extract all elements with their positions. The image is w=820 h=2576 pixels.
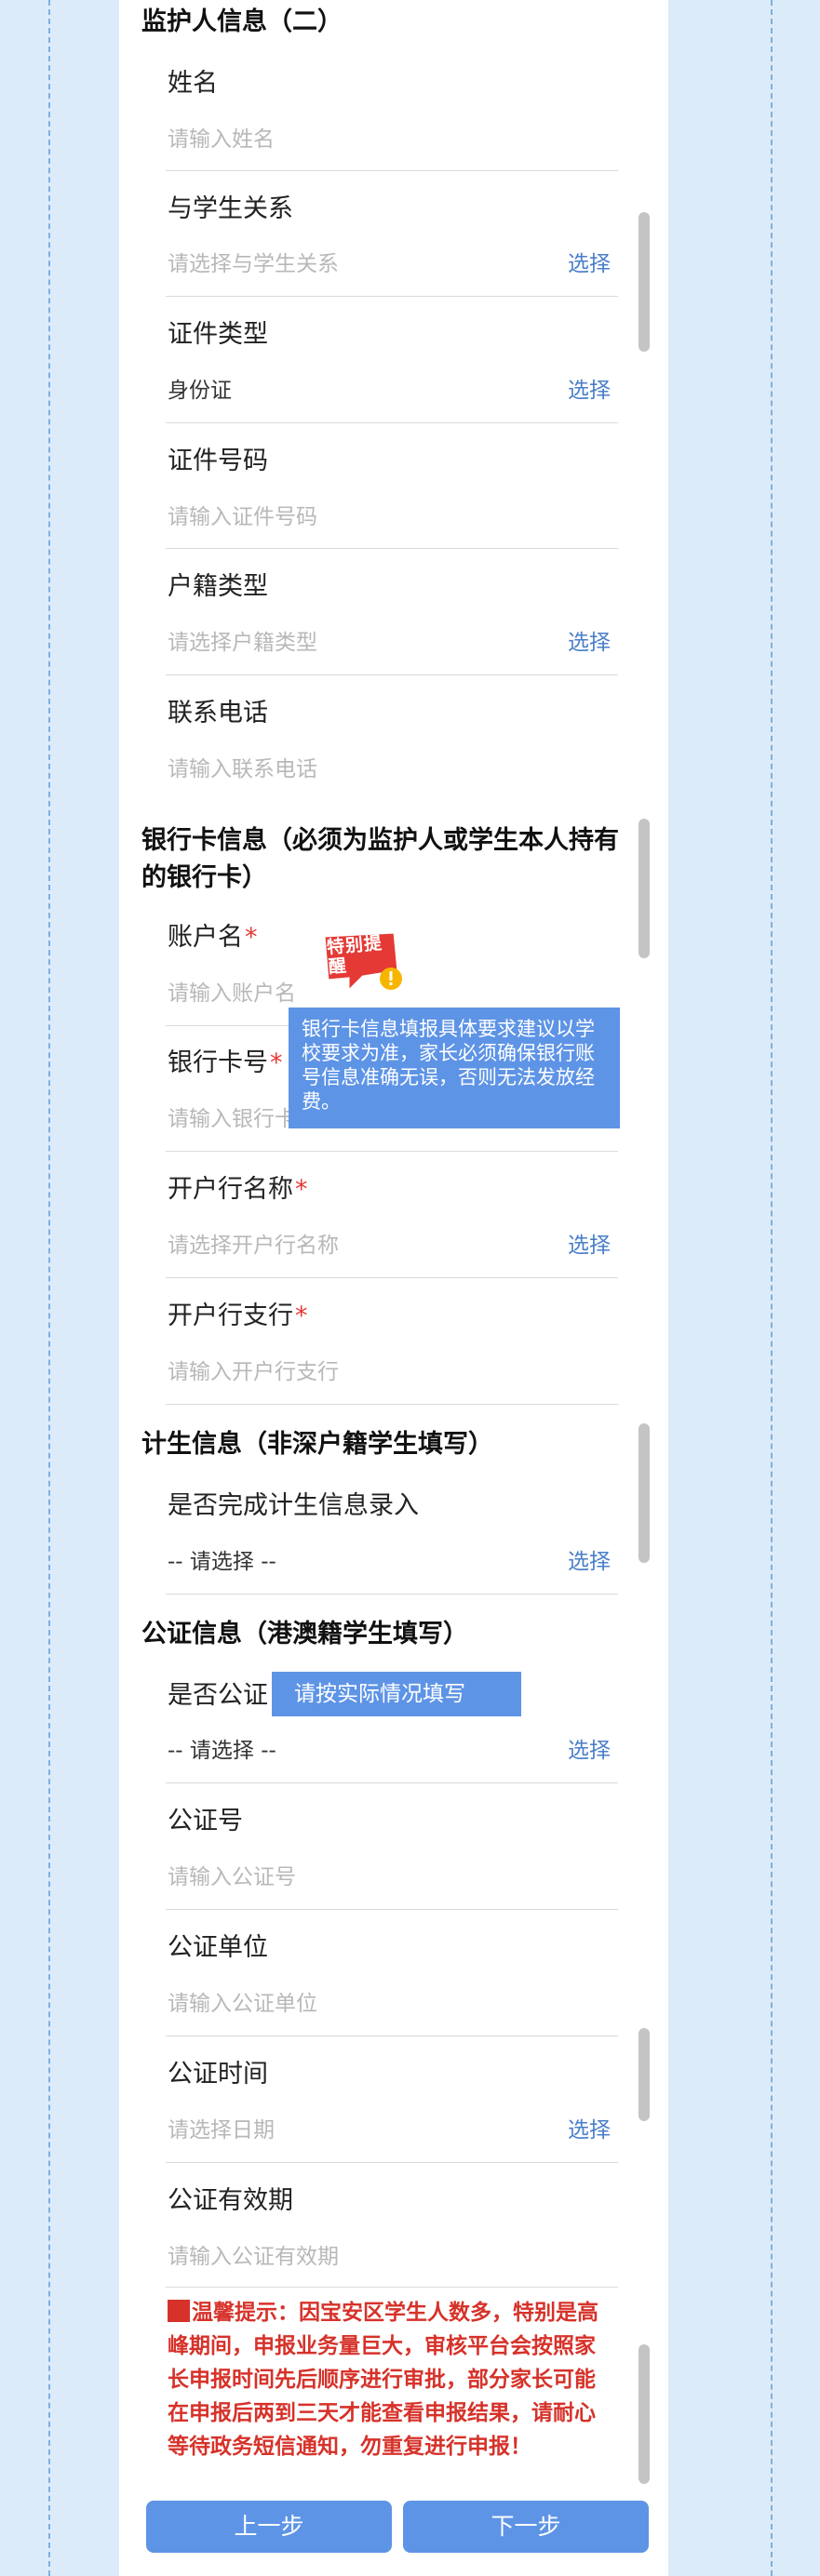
relationship-select-link[interactable]: 选择 xyxy=(568,249,611,279)
field-label-text: 开户行支行 xyxy=(168,1301,293,1330)
divider xyxy=(166,1909,618,1910)
bank-name-select[interactable]: 请选择开户行名称 xyxy=(168,1231,339,1261)
notary-note-text: 请按实际情况填写 xyxy=(294,1682,465,1706)
bank-note-text: 银行卡信息填报具体要求建议以学校要求为准，家长必须确保银行账号信息准确无误，否则… xyxy=(302,1018,595,1113)
special-reminder-stamp: 特别提醒 xyxy=(320,930,406,995)
field-label-text: 银行卡号 xyxy=(168,1048,268,1077)
scrollbar-thumb[interactable] xyxy=(639,212,650,352)
relationship-select[interactable]: 请选择与学生关系 xyxy=(168,249,339,279)
field-label-notary-date: 公证时间 xyxy=(168,2060,268,2089)
divider xyxy=(166,1594,618,1595)
field-label-household-type: 户籍类型 xyxy=(168,572,268,601)
stamp-text: 特别提醒 xyxy=(326,932,383,978)
divider xyxy=(166,296,618,297)
name-input[interactable]: 请输入姓名 xyxy=(168,125,275,154)
scrollbar-thumb[interactable] xyxy=(639,2028,650,2121)
notarized-select[interactable]: -- 请选择 -- xyxy=(168,1736,276,1766)
divider xyxy=(166,674,618,675)
id-number-input[interactable]: 请输入证件号码 xyxy=(168,502,317,532)
id-type-select[interactable]: 身份证 xyxy=(168,376,232,406)
field-label-card-number: 银行卡号* xyxy=(168,1047,283,1080)
scrollbar-thumb[interactable] xyxy=(639,2344,650,2484)
divider xyxy=(166,422,618,423)
household-type-select[interactable]: 请选择户籍类型 xyxy=(168,628,317,658)
notary-note-popup: 请按实际情况填写 xyxy=(272,1672,521,1716)
phone-input[interactable]: 请输入联系电话 xyxy=(168,754,317,784)
notary-date-picker[interactable]: 请选择日期 xyxy=(168,2116,275,2145)
field-label-phone: 联系电话 xyxy=(168,699,268,727)
divider xyxy=(166,1277,618,1278)
required-mark: * xyxy=(295,1175,308,1204)
field-label-text: 开户行名称 xyxy=(168,1175,293,1204)
notary-validity-input[interactable]: 请输入公证有效期 xyxy=(168,2242,339,2272)
divider xyxy=(166,1404,618,1405)
field-label-family-planning: 是否完成计生信息录入 xyxy=(168,1491,419,1520)
divider xyxy=(166,1782,618,1783)
field-label-id-number: 证件号码 xyxy=(168,447,268,475)
household-type-select-link[interactable]: 选择 xyxy=(568,628,611,658)
warm-tip-text: 温馨提示：因宝安区学生人数多，特别是高峰期间，申报业务量巨大，审核平台会按照家长… xyxy=(168,2301,598,2459)
section-title-family-planning: 计生信息（非深户籍学生填写） xyxy=(141,1430,493,1459)
scrollbar-thumb[interactable] xyxy=(639,1423,650,1563)
section-title-bank-line2: 的银行卡） xyxy=(141,863,267,892)
notary-date-select-link[interactable]: 选择 xyxy=(568,2116,611,2145)
notary-number-input[interactable]: 请输入公证号 xyxy=(168,1862,296,1892)
divider xyxy=(166,1151,618,1152)
field-label-account-name: 账户名* xyxy=(168,921,258,954)
branch-input[interactable]: 请输入开户行支行 xyxy=(168,1357,339,1387)
field-label-bank-name: 开户行名称* xyxy=(168,1173,308,1207)
tip-marker-icon xyxy=(168,2300,190,2322)
field-label-text: 账户名 xyxy=(168,923,243,952)
divider xyxy=(166,2162,618,2163)
notary-office-input[interactable]: 请输入公证单位 xyxy=(168,1989,317,2019)
divider xyxy=(166,2035,618,2036)
field-label-notary-office: 公证单位 xyxy=(168,1933,268,1962)
required-mark: * xyxy=(295,1301,308,1330)
field-label-notarized: 是否公证 xyxy=(168,1681,268,1710)
bank-name-select-link[interactable]: 选择 xyxy=(568,1231,611,1261)
section-title-bank: 银行卡信息（必须为监护人或学生本人持有 xyxy=(141,826,619,855)
section-title-guardian2: 监护人信息（二） xyxy=(141,7,343,36)
divider xyxy=(166,548,618,549)
next-button[interactable]: 下一步 xyxy=(403,2501,649,2553)
required-mark: * xyxy=(245,923,258,952)
notarized-select-link[interactable]: 选择 xyxy=(568,1736,611,1766)
field-label-branch: 开户行支行* xyxy=(168,1300,308,1333)
warm-tip: 温馨提示：因宝安区学生人数多，特别是高峰期间，申报业务量巨大，审核平台会按照家长… xyxy=(168,2296,614,2463)
field-label-notary-validity: 公证有效期 xyxy=(168,2186,293,2215)
family-planning-select[interactable]: -- 请选择 -- xyxy=(168,1547,276,1577)
field-label-name: 姓名 xyxy=(168,69,218,98)
field-label-id-type: 证件类型 xyxy=(168,320,268,349)
family-planning-select-link[interactable]: 选择 xyxy=(568,1547,611,1577)
scrollbar-thumb[interactable] xyxy=(639,819,650,958)
prev-button[interactable]: 上一步 xyxy=(146,2501,392,2553)
id-type-select-link[interactable]: 选择 xyxy=(568,376,611,406)
required-mark: * xyxy=(270,1048,283,1077)
account-name-input[interactable]: 请输入账户名 xyxy=(168,979,296,1008)
divider xyxy=(166,170,618,171)
section-title-notary: 公证信息（港澳籍学生填写） xyxy=(141,1620,468,1648)
bank-note-popup: 银行卡信息填报具体要求建议以学校要求为准，家长必须确保银行账号信息准确无误，否则… xyxy=(289,1008,620,1128)
field-label-notary-number: 公证号 xyxy=(168,1807,243,1835)
field-label-relationship: 与学生关系 xyxy=(168,194,293,223)
divider xyxy=(166,2287,618,2288)
